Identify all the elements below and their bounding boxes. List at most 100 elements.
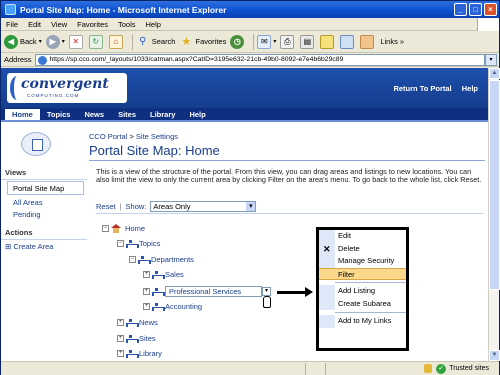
tree-label: Home (125, 224, 146, 233)
close-button[interactable]: × (484, 3, 497, 16)
tree-node-library[interactable]: + Library (117, 349, 162, 358)
nav-library[interactable]: Library (143, 109, 182, 120)
stop-button[interactable]: ✕ (68, 34, 85, 49)
view-portal-site-map[interactable]: Portal Site Map (7, 181, 84, 195)
menu-tools[interactable]: Tools (113, 20, 141, 29)
tree-node-accounting[interactable]: + Accounting (143, 302, 202, 311)
tree-label: Sites (139, 334, 156, 343)
menu-help[interactable]: Help (141, 20, 166, 29)
mail-button[interactable]: ✉ ▾ (257, 34, 276, 49)
nav-news[interactable]: News (77, 109, 111, 120)
menu-item-label: Edit (338, 231, 351, 240)
scrollbar-thumb[interactable] (489, 80, 500, 290)
minimize-button[interactable]: _ (454, 3, 467, 16)
discuss-button[interactable] (320, 34, 336, 49)
scroll-down-button[interactable]: ▼ (489, 350, 500, 361)
view-pending[interactable]: Pending (1, 208, 87, 220)
tree-node-news[interactable]: + News (117, 318, 158, 327)
collapse-icon[interactable]: − (102, 225, 109, 232)
menu-file[interactable]: File (1, 20, 23, 29)
home-icon (111, 224, 121, 233)
menu-edit[interactable]: Edit (23, 20, 46, 29)
menu-item-create-subarea[interactable]: Create Subarea (319, 297, 406, 310)
search-button[interactable]: ⚲ Search (136, 35, 175, 49)
refresh-button[interactable]: ↻ (88, 34, 105, 49)
reset-link[interactable]: Reset (96, 202, 116, 211)
expand-icon[interactable]: + (117, 319, 124, 326)
expand-icon[interactable]: + (143, 303, 150, 310)
messenger-button[interactable] (360, 34, 376, 49)
tree-node-sites[interactable]: + Sites (117, 334, 156, 343)
area-menu-dropdown-button[interactable]: ▾ (262, 287, 271, 296)
forward-button[interactable]: ▶ ▾ (45, 34, 65, 49)
menu-item-filter[interactable]: Filter (319, 267, 406, 280)
favorites-button[interactable]: ★ Favorites (179, 35, 227, 49)
toolbar-separator (131, 33, 133, 50)
collapse-icon[interactable]: − (129, 256, 136, 263)
view-all-areas[interactable]: All Areas (1, 196, 87, 208)
tree-node-departments[interactable]: − Departments (129, 255, 194, 264)
return-to-portal-link[interactable]: Return To Portal (393, 84, 451, 93)
create-area-link[interactable]: ⊞ Create Area (1, 240, 87, 252)
title-bar: Portal Site Map: Home - Microsoft Intern… (1, 1, 499, 18)
menu-item-edit[interactable]: Edit (319, 230, 406, 243)
breadcrumb-portal[interactable]: CCO Portal (89, 132, 127, 141)
tree-node-sales[interactable]: + Sales (143, 270, 184, 279)
tree-node-home[interactable]: − Home (102, 224, 145, 233)
delete-x-icon: ✕ (323, 243, 331, 254)
stop-icon: ✕ (68, 34, 83, 49)
links-button[interactable]: Links » (380, 37, 404, 46)
forward-arrow-icon: ▶ (45, 34, 60, 49)
address-bar: Address https://sp.cco.com/_layouts/1033… (1, 53, 499, 67)
nav-home[interactable]: Home (5, 108, 40, 120)
trusted-check-icon: ✓ (436, 363, 447, 374)
vertical-scrollbar[interactable]: ▲ ▼ (488, 68, 500, 361)
expand-icon[interactable]: + (117, 335, 124, 342)
back-button[interactable]: ◀ Back ▾ (4, 34, 42, 49)
edit-page-button[interactable]: ▤ (300, 34, 316, 49)
portal-banner: convergent COMPUTING.COM Return To Porta… (1, 68, 488, 108)
breadcrumb-site-settings[interactable]: Site Settings (136, 132, 178, 141)
tree-node-topics[interactable]: − Topics (117, 239, 160, 248)
help-link[interactable]: Help (462, 84, 478, 93)
ie-app-icon (5, 4, 16, 15)
scroll-up-button[interactable]: ▲ (489, 68, 500, 79)
address-dropdown-button[interactable]: ▾ (485, 53, 497, 66)
menu-item-delete[interactable]: ✕ Delete (319, 242, 406, 255)
maximize-button[interactable]: □ (469, 3, 482, 16)
expand-icon[interactable]: + (143, 271, 150, 278)
tree-node-professional-services[interactable]: + Professional Services ▾ (143, 286, 271, 297)
menu-favorites[interactable]: Favorites (72, 20, 113, 29)
menu-item-manage-security[interactable]: Manage Security (319, 255, 406, 268)
page-title: Portal Site Map: Home (89, 143, 220, 158)
show-label: Show: (125, 202, 147, 211)
expand-icon[interactable]: + (117, 350, 124, 357)
nav-help[interactable]: Help (182, 109, 212, 120)
page-description: This is a view of the structure of the p… (96, 167, 482, 185)
home-button[interactable]: ⌂ (108, 34, 125, 49)
collapse-icon[interactable]: − (117, 240, 124, 247)
toolbar-separator (253, 33, 255, 50)
windows-logo-icon (477, 17, 499, 31)
status-pane (325, 362, 343, 375)
show-filter-select[interactable]: Areas Only (150, 201, 257, 212)
menu-item-add-listing[interactable]: Add Listing (319, 285, 406, 298)
tree-label: Departments (151, 255, 194, 264)
standard-toolbar: ◀ Back ▾ ▶ ▾ ✕ ↻ ⌂ ⚲ Search ★ Favorites … (1, 31, 499, 53)
nav-sites[interactable]: Sites (111, 109, 143, 120)
edit-page-icon: ▤ (300, 34, 315, 49)
menu-item-label: Filter (338, 269, 355, 279)
title-divider (89, 160, 485, 161)
print-button[interactable]: ⎙ (280, 34, 296, 49)
convergent-logo[interactable]: convergent COMPUTING.COM (7, 73, 127, 103)
history-button[interactable]: ◷ (230, 34, 246, 49)
hand-cursor-icon (263, 296, 271, 308)
create-area-label: Create Area (13, 242, 54, 251)
menu-view[interactable]: View (46, 20, 72, 29)
nav-topics[interactable]: Topics (40, 109, 78, 120)
window-title: Portal Site Map: Home - Microsoft Intern… (20, 4, 227, 15)
address-input[interactable]: https://sp.cco.com/_layouts/1033/catman.… (34, 53, 485, 66)
menu-item-add-to-my-links[interactable]: Add to My Links (319, 315, 406, 328)
research-button[interactable] (340, 34, 356, 49)
expand-icon[interactable]: + (143, 288, 150, 295)
